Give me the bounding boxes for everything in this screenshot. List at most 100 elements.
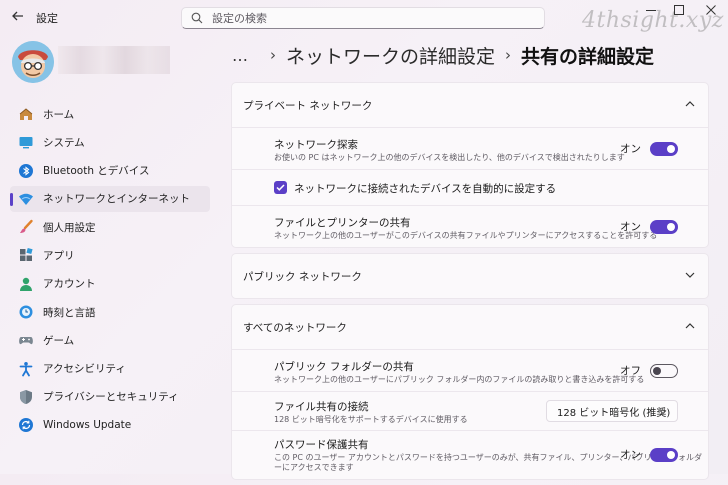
personalization-brush-icon — [18, 219, 34, 235]
auto-setup-row: ネットワークに接続されたデバイスを自動的に設定する — [232, 169, 708, 205]
sidebar-item-accessibility[interactable]: アクセシビリティ — [10, 356, 210, 382]
checkmark-icon — [276, 184, 285, 191]
search-box[interactable] — [181, 7, 545, 29]
bluetooth-icon — [18, 163, 34, 179]
sidebar-item-home[interactable]: ホーム — [10, 101, 210, 127]
home-icon — [18, 106, 34, 122]
chevron-right-icon: › — [505, 46, 512, 64]
profile-name-redacted — [58, 46, 170, 74]
windows-update-icon — [18, 417, 34, 433]
maximize-icon[interactable] — [668, 4, 690, 18]
sidebar-item-label: Bluetooth とデバイス — [43, 165, 150, 178]
minimize-icon[interactable] — [640, 4, 662, 18]
title-bar: 設定 4thsight.xyz — [0, 0, 728, 36]
auto-setup-checkbox[interactable] — [274, 181, 287, 194]
settings-content: プライベート ネットワーク ネットワーク探索 お使いの PC はネットワーク上の… — [231, 82, 709, 485]
sidebar-item-apps[interactable]: アプリ — [10, 242, 210, 268]
section-title: プライベート ネットワーク — [243, 99, 373, 112]
chevron-up-icon — [685, 101, 695, 107]
private-network-section: プライベート ネットワーク ネットワーク探索 お使いの PC はネットワーク上の… — [231, 82, 709, 248]
time-language-icon — [18, 304, 34, 320]
all-networks-section: すべてのネットワーク パブリック フォルダーの共有 ネットワーク上の他のユーザー… — [231, 304, 709, 480]
toggle-state-label: オン — [620, 449, 641, 461]
network-discovery-row: ネットワーク探索 お使いの PC はネットワーク上の他のデバイスを検出したり、他… — [232, 127, 708, 169]
network-discovery-toggle[interactable] — [650, 141, 678, 156]
breadcrumb-parent-link[interactable]: ネットワークの詳細設定 — [286, 42, 495, 69]
setting-title: ファイルとプリンターの共有 — [274, 217, 411, 229]
sidebar-item-label: プライバシーとセキュリティ — [43, 391, 179, 404]
sidebar-item-system[interactable]: システム — [10, 129, 210, 155]
sidebar-item-label: ホーム — [43, 108, 75, 121]
private-network-header[interactable]: プライベート ネットワーク — [232, 83, 708, 127]
avatar[interactable] — [12, 41, 54, 83]
chevron-down-icon — [685, 272, 695, 278]
setting-description: ネットワーク上の他のユーザーがこのデバイスの共有ファイルやプリンターにアクセスす… — [274, 231, 658, 240]
network-icon — [18, 191, 34, 207]
network-discovery-toggle-group: オン — [620, 141, 678, 156]
sidebar-item-label: システム — [43, 136, 85, 149]
breadcrumb-more-button[interactable]: … — [232, 46, 250, 65]
sidebar-nav: ホーム システム Bluetooth とデバイス ネットワークとインターネット … — [10, 101, 210, 441]
sidebar-item-network[interactable]: ネットワークとインターネット — [10, 185, 210, 212]
public-folder-sharing-row: パブリック フォルダーの共有 ネットワーク上の他のユーザーにパブリック フォルダ… — [232, 349, 708, 391]
sidebar-item-label: ネットワークとインターネット — [43, 193, 190, 206]
public-network-header[interactable]: パブリック ネットワーク — [232, 254, 708, 298]
app-title: 設定 — [36, 12, 58, 25]
password-protected-sharing-row: パスワード保護共有 この PC のユーザー アカウントとパスワードを持つユーザー… — [232, 430, 708, 479]
system-icon — [18, 134, 34, 150]
accessibility-icon — [18, 361, 34, 377]
sidebar-item-label: 時刻と言語 — [43, 306, 96, 319]
file-printer-sharing-row: ファイルとプリンターの共有 ネットワーク上の他のユーザーがこのデバイスの共有ファ… — [232, 205, 708, 247]
sidebar-item-bluetooth[interactable]: Bluetooth とデバイス — [10, 158, 210, 184]
search-input[interactable] — [212, 9, 532, 27]
shield-icon — [18, 389, 34, 405]
sidebar-item-label: Windows Update — [43, 419, 132, 432]
setting-description-line2: ーにアクセスできます — [274, 463, 354, 472]
public-folder-sharing-toggle[interactable] — [650, 363, 678, 378]
back-arrow-icon[interactable] — [8, 9, 28, 27]
close-icon[interactable] — [700, 4, 722, 18]
section-title: すべてのネットワーク — [243, 321, 347, 334]
dropdown-selected-value: 128 ビット暗号化 (推奨) — [557, 407, 671, 419]
setting-title: パスワード保護共有 — [274, 439, 369, 451]
breadcrumb: … › ネットワークの詳細設定 › 共有の詳細設定 — [232, 42, 654, 68]
page-title: 共有の詳細設定 — [521, 45, 655, 68]
setting-description: 128 ビット暗号化をサポートするデバイスに使用する — [274, 415, 468, 424]
setting-title: ファイル共有の接続 — [274, 401, 369, 413]
toggle-state-label: オン — [620, 221, 641, 233]
sidebar-item-windows-update[interactable]: Windows Update — [10, 412, 210, 438]
all-networks-header[interactable]: すべてのネットワーク — [232, 305, 708, 349]
file-printer-sharing-toggle-group: オン — [620, 219, 678, 234]
chevron-up-icon — [685, 323, 695, 329]
sidebar-item-time-language[interactable]: 時刻と言語 — [10, 299, 210, 325]
file-printer-sharing-toggle[interactable] — [650, 219, 678, 234]
auto-setup-label: ネットワークに接続されたデバイスを自動的に設定する — [294, 183, 557, 195]
file-sharing-encryption-dropdown[interactable]: 128 ビット暗号化 (推奨) — [546, 400, 678, 422]
password-protected-sharing-toggle[interactable] — [650, 447, 678, 462]
chevron-right-icon: › — [270, 46, 276, 64]
sidebar-item-privacy-security[interactable]: プライバシーとセキュリティ — [10, 384, 210, 410]
sidebar-item-label: ゲーム — [43, 334, 75, 347]
gaming-icon — [18, 332, 34, 348]
file-sharing-connections-row: ファイル共有の接続 128 ビット暗号化をサポートするデバイスに使用する 128… — [232, 391, 708, 430]
setting-title: パブリック フォルダーの共有 — [274, 361, 414, 373]
sidebar-item-label: アカウント — [43, 278, 96, 291]
sidebar-item-accounts[interactable]: アカウント — [10, 271, 210, 297]
sidebar-item-personalization[interactable]: 個人用設定 — [10, 214, 210, 240]
account-icon — [18, 276, 34, 292]
setting-title: ネットワーク探索 — [274, 139, 358, 151]
section-title: パブリック ネットワーク — [243, 270, 362, 283]
sidebar-item-label: 個人用設定 — [43, 221, 96, 234]
public-folder-sharing-toggle-group: オフ — [620, 363, 678, 378]
setting-description: お使いの PC はネットワーク上の他のデバイスを検出したり、他のデバイスで検出さ… — [274, 153, 625, 162]
toggle-state-label: オフ — [620, 365, 641, 377]
password-protected-sharing-toggle-group: オン — [620, 447, 678, 462]
sidebar-item-label: アプリ — [43, 249, 75, 262]
toggle-state-label: オン — [620, 143, 641, 155]
public-network-section: パブリック ネットワーク — [231, 253, 709, 299]
sidebar-item-gaming[interactable]: ゲーム — [10, 327, 210, 353]
sidebar-item-label: アクセシビリティ — [43, 363, 126, 376]
chevron-down-icon — [659, 410, 667, 415]
setting-description: ネットワーク上の他のユーザーにパブリック フォルダー内のファイルの読み取りと書き… — [274, 375, 645, 384]
apps-icon — [18, 247, 34, 263]
